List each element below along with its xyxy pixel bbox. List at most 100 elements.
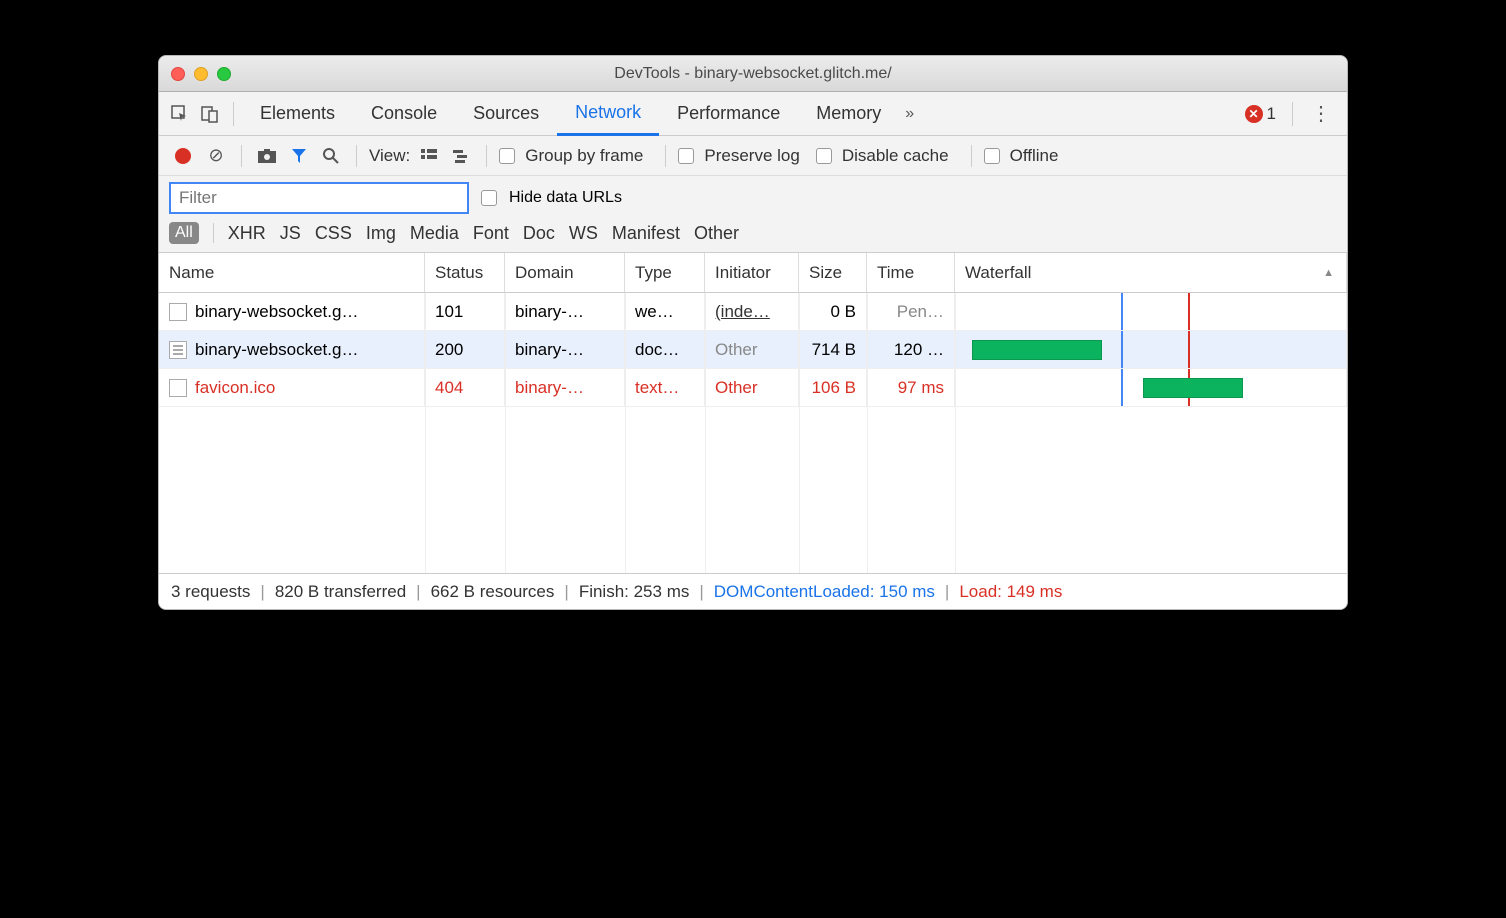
table-row[interactable]: binary-websocket.g…101binary-…we…(inde…0… bbox=[159, 293, 1347, 331]
status-load: Load: 149 ms bbox=[959, 582, 1062, 602]
record-icon[interactable] bbox=[175, 148, 191, 164]
cell: 97 ms bbox=[867, 369, 955, 406]
col-waterfall[interactable]: Waterfall bbox=[955, 253, 1347, 292]
col-size[interactable]: Size bbox=[799, 253, 867, 292]
file-icon bbox=[169, 379, 187, 397]
file-icon bbox=[169, 341, 187, 359]
col-name[interactable]: Name bbox=[159, 253, 425, 292]
cell: binary-… bbox=[505, 293, 625, 330]
kebab-menu-icon[interactable]: ⋮ bbox=[1301, 101, 1341, 126]
tab-performance[interactable]: Performance bbox=[659, 92, 798, 136]
minimize-window-icon[interactable] bbox=[194, 67, 208, 81]
col-type[interactable]: Type bbox=[625, 253, 705, 292]
network-toolbar: ⊘ View: Group by frame Preserve log Disa… bbox=[159, 136, 1347, 176]
cell: doc… bbox=[625, 331, 705, 368]
requests-table: Name Status Domain Type Initiator Size T… bbox=[159, 253, 1347, 573]
filter-type-css[interactable]: CSS bbox=[315, 223, 352, 244]
cell-waterfall bbox=[955, 369, 1347, 406]
separator bbox=[971, 145, 972, 167]
cell: Pen… bbox=[867, 293, 955, 330]
filter-input[interactable] bbox=[169, 182, 469, 214]
filter-type-xhr[interactable]: XHR bbox=[228, 223, 266, 244]
status-bar: 3 requests | 820 B transferred | 662 B r… bbox=[159, 573, 1347, 609]
error-badge[interactable]: ✕ 1 bbox=[1245, 104, 1276, 124]
tab-memory[interactable]: Memory bbox=[798, 92, 899, 136]
cell: 714 B bbox=[799, 331, 867, 368]
filter-type-img[interactable]: Img bbox=[366, 223, 396, 244]
table-row[interactable]: favicon.ico404binary-…text…Other106 B97 … bbox=[159, 369, 1347, 407]
large-rows-icon[interactable] bbox=[416, 149, 442, 163]
group-by-frame-label: Group by frame bbox=[525, 146, 643, 166]
table-header: Name Status Domain Type Initiator Size T… bbox=[159, 253, 1347, 293]
filter-types: All XHR JS CSS Img Media Font Doc WS Man… bbox=[159, 216, 1347, 253]
separator bbox=[233, 102, 234, 126]
separator bbox=[1292, 102, 1293, 126]
col-time[interactable]: Time bbox=[867, 253, 955, 292]
col-domain[interactable]: Domain bbox=[505, 253, 625, 292]
filter-type-media[interactable]: Media bbox=[410, 223, 459, 244]
cell: 404 bbox=[425, 369, 505, 406]
close-window-icon[interactable] bbox=[171, 67, 185, 81]
cell: we… bbox=[625, 293, 705, 330]
status-requests: 3 requests bbox=[171, 582, 250, 602]
status-resources: 662 B resources bbox=[431, 582, 555, 602]
status-finish: Finish: 253 ms bbox=[579, 582, 690, 602]
filter-type-js[interactable]: JS bbox=[280, 223, 301, 244]
error-icon: ✕ bbox=[1245, 105, 1263, 123]
cell: 106 B bbox=[799, 369, 867, 406]
separator bbox=[241, 145, 242, 167]
filter-type-other[interactable]: Other bbox=[694, 223, 739, 244]
table-row[interactable]: binary-websocket.g…200binary-…doc…Other7… bbox=[159, 331, 1347, 369]
preserve-log-label: Preserve log bbox=[704, 146, 799, 166]
capture-screenshots-icon[interactable] bbox=[254, 149, 280, 163]
cell: (inde… bbox=[705, 293, 799, 330]
table-body: binary-websocket.g…101binary-…we…(inde…0… bbox=[159, 293, 1347, 573]
col-initiator[interactable]: Initiator bbox=[705, 253, 799, 292]
cell: 0 B bbox=[799, 293, 867, 330]
separator bbox=[486, 145, 487, 167]
waterfall-bar bbox=[1143, 378, 1243, 398]
device-toolbar-icon[interactable] bbox=[195, 99, 225, 129]
traffic-lights bbox=[171, 67, 231, 81]
filter-type-ws[interactable]: WS bbox=[569, 223, 598, 244]
offline-checkbox[interactable] bbox=[984, 148, 1000, 164]
tab-console[interactable]: Console bbox=[353, 92, 455, 136]
clear-icon[interactable]: ⊘ bbox=[203, 145, 229, 166]
cell-name: binary-websocket.g… bbox=[159, 293, 425, 330]
filter-icon[interactable] bbox=[286, 148, 312, 164]
col-status[interactable]: Status bbox=[425, 253, 505, 292]
cell: binary-… bbox=[505, 331, 625, 368]
tab-sources[interactable]: Sources bbox=[455, 92, 557, 136]
preserve-log-checkbox[interactable] bbox=[678, 148, 694, 164]
more-tabs-icon[interactable]: » bbox=[905, 105, 914, 123]
cell: Other bbox=[705, 369, 799, 406]
filter-type-doc[interactable]: Doc bbox=[523, 223, 555, 244]
filter-type-manifest[interactable]: Manifest bbox=[612, 223, 680, 244]
cell: text… bbox=[625, 369, 705, 406]
file-icon bbox=[169, 303, 187, 321]
waterfall-bar bbox=[972, 340, 1102, 360]
inspect-element-icon[interactable] bbox=[165, 99, 195, 129]
titlebar: DevTools - binary-websocket.glitch.me/ bbox=[159, 56, 1347, 92]
group-by-frame-checkbox[interactable] bbox=[499, 148, 515, 164]
zoom-window-icon[interactable] bbox=[217, 67, 231, 81]
separator bbox=[665, 145, 666, 167]
waterfall-view-icon[interactable] bbox=[448, 149, 474, 163]
tab-network[interactable]: Network bbox=[557, 92, 659, 136]
cell: 101 bbox=[425, 293, 505, 330]
tab-elements[interactable]: Elements bbox=[242, 92, 353, 136]
status-dcl: DOMContentLoaded: 150 ms bbox=[714, 582, 935, 602]
search-icon[interactable] bbox=[318, 148, 344, 164]
filter-type-all[interactable]: All bbox=[169, 222, 199, 244]
cell: Other bbox=[705, 331, 799, 368]
filter-bar: Hide data URLs bbox=[159, 176, 1347, 216]
cell-waterfall bbox=[955, 331, 1347, 368]
disable-cache-checkbox[interactable] bbox=[816, 148, 832, 164]
cell-name: binary-websocket.g… bbox=[159, 331, 425, 368]
hide-data-urls-label: Hide data URLs bbox=[509, 189, 622, 207]
devtools-window: DevTools - binary-websocket.glitch.me/ E… bbox=[158, 55, 1348, 610]
filter-type-font[interactable]: Font bbox=[473, 223, 509, 244]
hide-data-urls-checkbox[interactable] bbox=[481, 190, 497, 206]
separator bbox=[356, 145, 357, 167]
window-title: DevTools - binary-websocket.glitch.me/ bbox=[171, 65, 1335, 83]
